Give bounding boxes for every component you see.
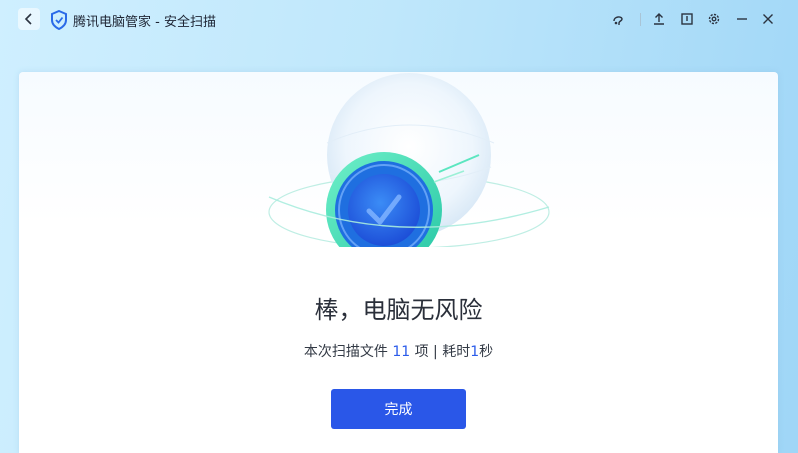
shield-logo-icon [51,10,67,30]
scan-result-card: 棒，电脑无风险 本次扫描文件 11 项 | 耗时1秒 完成 [19,72,778,453]
back-button[interactable] [18,8,40,30]
summary-middle: 项 | 耗时 [410,344,471,360]
summary-prefix: 本次扫描文件 [303,344,393,360]
files-scanned-count: 11 [392,344,411,360]
summary-suffix: 秒 [479,344,494,360]
feedback-icon[interactable] [679,11,695,27]
done-button[interactable]: 完成 [331,389,466,429]
upload-icon[interactable] [651,11,667,27]
settings-icon[interactable] [706,11,722,27]
titlebar-divider [640,13,641,26]
minimize-icon[interactable] [734,11,750,27]
close-icon[interactable] [760,11,776,27]
shield-check-illustration [268,73,550,247]
scan-duration: 1 [470,344,480,360]
result-headline: 棒，电脑无风险 [314,296,483,324]
scan-summary: 本次扫描文件 11 项 | 耗时1秒 [19,341,778,361]
window-title: 腾讯电脑管家 - 安全扫描 [73,15,216,30]
skin-icon[interactable] [610,11,626,27]
title-bar: 腾讯电脑管家 - 安全扫描 [0,0,798,40]
chevron-left-icon [24,13,32,25]
